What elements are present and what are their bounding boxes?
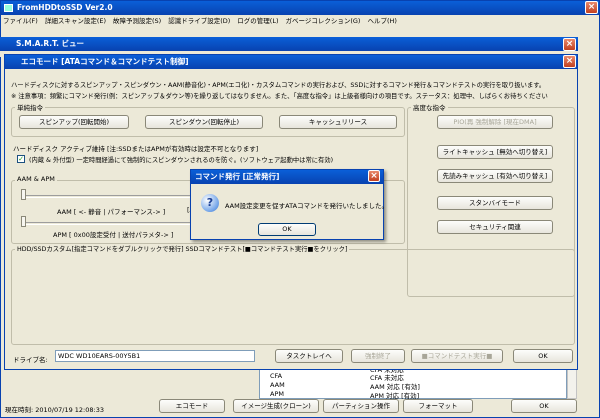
read-cache-button[interactable]: 先読みキャッシュ [有効へ切り替え] <box>437 169 553 183</box>
drive-name-label: ドライブ名: <box>13 356 48 364</box>
dialog-ok-button[interactable]: OK <box>258 223 316 236</box>
image-clone-button[interactable]: イメージ生成(クローン) <box>233 399 319 413</box>
menu-gc[interactable]: ガベージコレクション(G) <box>285 17 360 25</box>
main-ok-button[interactable]: OK <box>511 399 577 413</box>
eco-description: ハードディスクに対するスピンアップ・スピンダウン・AAM(静音化)・APM(エコ… <box>11 82 546 89</box>
app-title: FromHDDtoSSD Ver2.0 <box>17 3 113 12</box>
list-row-cell: APM <box>270 390 284 398</box>
menu-bar: ファイル(F) 詳細スキャン設定(E) 故障予測設定(S) 認識ドライブ設定(D) ログ… <box>3 16 443 27</box>
single-command-label: 単純指令 <box>15 102 45 112</box>
smart-title-bar[interactable]: S.M.A.R.T. ビュー <box>0 37 578 51</box>
custom-command-group <box>11 249 575 345</box>
question-icon: ? <box>201 194 219 212</box>
pio-dma-button[interactable]: PIO(再 強制解除 [現在DMA] <box>437 115 553 129</box>
eco-mode-button[interactable]: エコモード <box>159 399 225 413</box>
advanced-command-label: 高度な指令 <box>411 102 448 112</box>
main-title-bar[interactable]: FromHDDtoSSD Ver2.0 <box>1 1 599 15</box>
command-test-button[interactable]: ■コマンドテスト実行■ <box>411 349 503 363</box>
hdd-active-check-label: (内蔵 & 外付型) 一定時間経過にて強制的にスピンダウンされるのを防ぐ。(ソフ… <box>29 157 334 164</box>
menu-file[interactable]: ファイル(F) <box>3 17 38 25</box>
eco-close-icon[interactable]: × <box>563 55 576 68</box>
list-row-cell: CFA <box>270 372 283 380</box>
menu-predict[interactable]: 故障予測設定(S) <box>113 17 161 25</box>
apm-slider-track[interactable] <box>21 222 201 225</box>
menu-drive[interactable]: 認識ドライブ設定(D) <box>168 17 230 25</box>
menu-log[interactable]: ログの管理(L) <box>237 17 278 25</box>
aam-slider-track[interactable] <box>21 195 201 198</box>
aam-label: AAM [ <- 静音 | パフォーマンス-> ] <box>57 208 166 216</box>
apm-label: APM [ 0x00設定受付 | 送付パラメタ-> ] <box>53 231 174 239</box>
task-tray-button[interactable]: タスクトレイへ <box>275 349 343 363</box>
status-time: 現在時刻: 2010/07/19 12:08:33 <box>5 406 104 414</box>
menu-scan[interactable]: 詳細スキャン設定(E) <box>45 17 106 25</box>
dialog-title: コマンド発行 [正常発行] <box>195 172 280 181</box>
drive-name-field[interactable]: WDC WD10EARS-00Y5B1 <box>55 350 255 362</box>
smart-title: S.M.A.R.T. ビュー <box>16 39 85 48</box>
hdd-active-checkbox[interactable]: ✓ <box>17 155 25 163</box>
dialog-message: AAM設定変更を促すATAコマンドを発行いたしました。 <box>225 202 389 210</box>
main-close-icon[interactable]: × <box>585 1 598 14</box>
dialog-close-icon[interactable]: × <box>368 170 380 182</box>
eco-warning: ※ 注意事項：頻繁にコマンド発行(例：スピンアップ＆ダウン等)を繰り返してはなり… <box>11 93 548 100</box>
standby-mode-button[interactable]: スタンバイモード <box>437 196 553 210</box>
menu-help[interactable]: ヘルプ(H) <box>367 17 396 25</box>
write-cache-button[interactable]: ライトキャッシュ [無効へ切り替え] <box>437 145 553 159</box>
dialog-title-bar[interactable]: コマンド発行 [正常発行] <box>191 170 383 184</box>
spin-up-button[interactable]: スピンアップ(回転開始) <box>19 115 129 129</box>
eco-ok-button[interactable]: OK <box>513 349 573 363</box>
list-row-cell: AAM <box>270 381 285 389</box>
smart-close-icon[interactable]: × <box>563 38 576 51</box>
aam-slider-thumb[interactable] <box>21 189 26 200</box>
custom-command-label: HDD/SSDカスタム[指定コマンドをダブルクリックで発行] SSDコマンドテス… <box>15 244 350 253</box>
apm-slider-thumb[interactable] <box>21 216 26 227</box>
hdd-active-label: ハードディスク アクティブ維持 [注:SSDまたはAPMが有効時は設定不可となり… <box>13 145 259 153</box>
force-end-button[interactable]: 強制終了 <box>351 349 405 363</box>
format-button[interactable]: フォーマット <box>403 399 473 413</box>
command-dialog: コマンド発行 [正常発行] ? AAM設定変更を促すATAコマンドを発行いたしま… <box>190 169 388 240</box>
eco-title: エコモード [ATAコマンド＆コマンドテスト制御] <box>21 57 189 66</box>
eco-title-bar[interactable]: エコモード [ATAコマンド＆コマンドテスト制御] <box>5 55 577 69</box>
partition-button[interactable]: パーティション操作 <box>323 399 399 413</box>
spin-down-button[interactable]: スピンダウン(回転停止) <box>145 115 263 129</box>
security-button[interactable]: セキュリティ関連 <box>437 220 553 234</box>
aam-apm-label: AAM & APM <box>15 175 57 183</box>
cache-release-button[interactable]: キャッシュリリース <box>279 115 397 129</box>
drive-name-value: WDC WD10EARS-00Y5B1 <box>58 352 141 360</box>
app-icon <box>4 4 13 12</box>
